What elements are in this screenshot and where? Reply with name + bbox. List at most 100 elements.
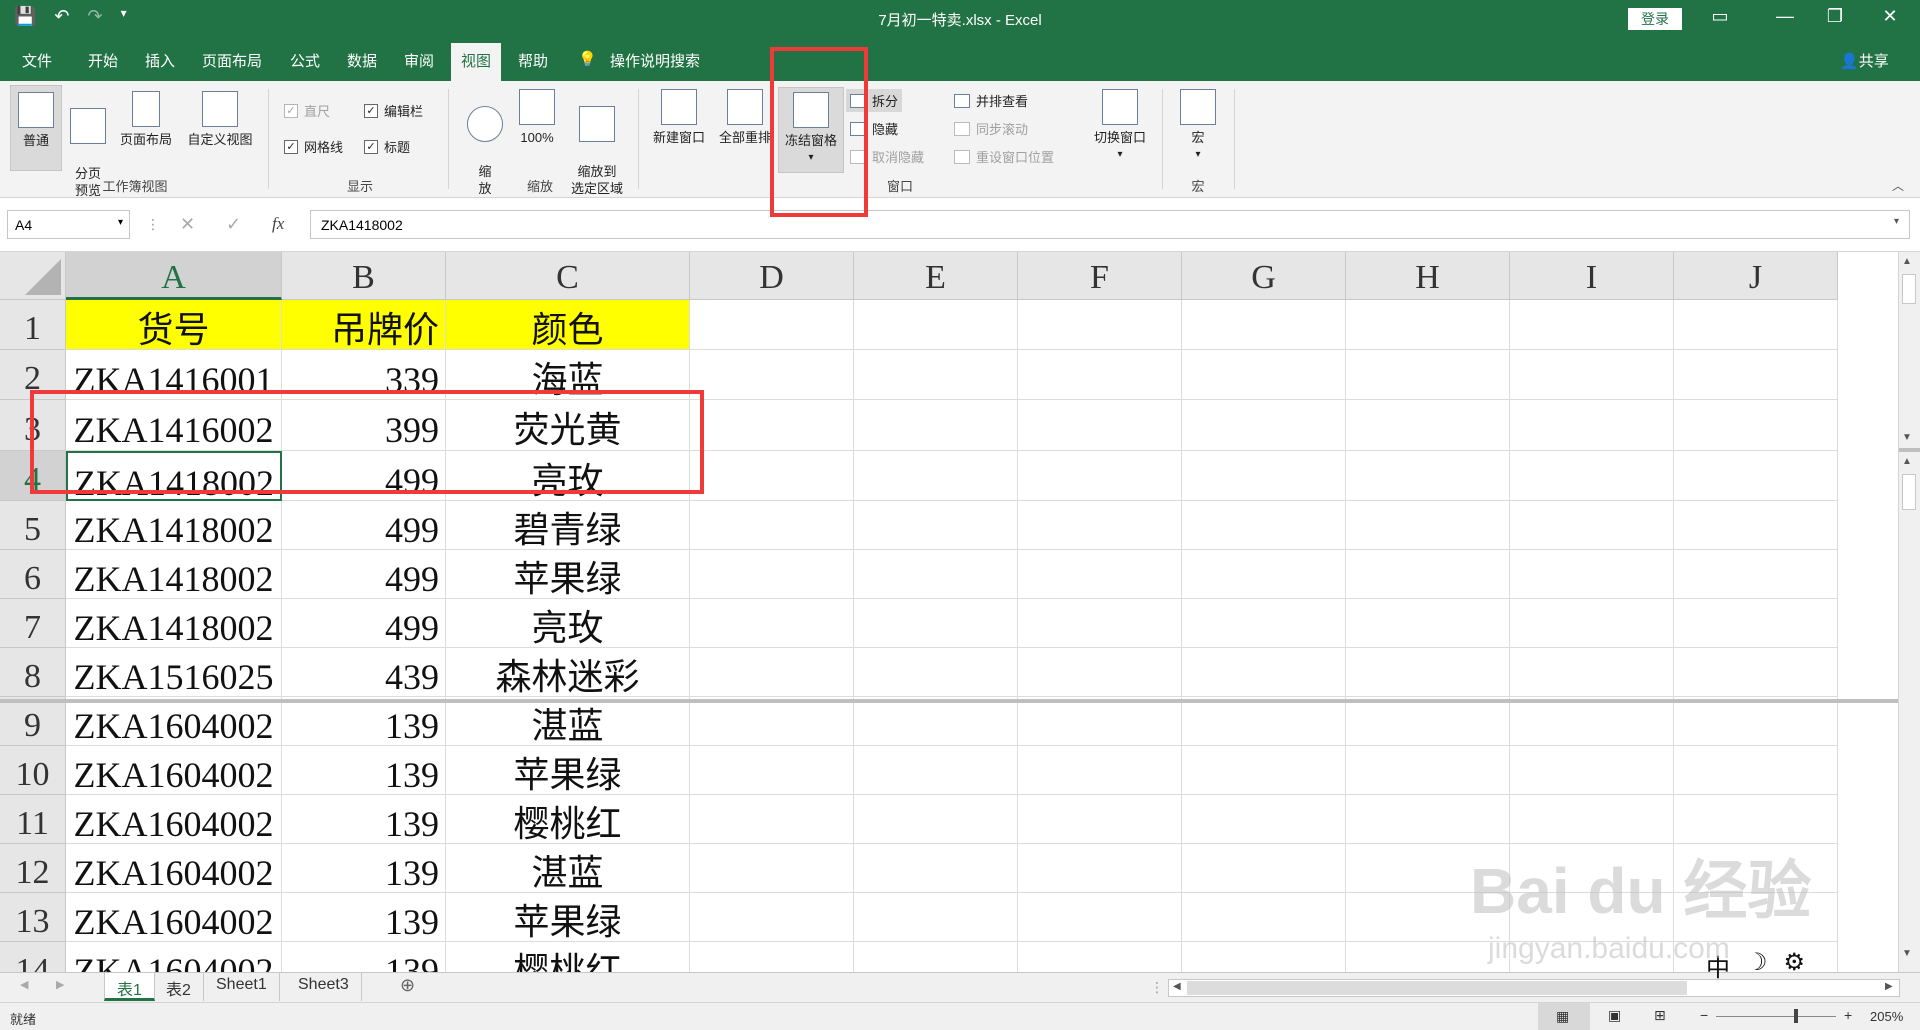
empty-cell[interactable]	[1182, 550, 1346, 599]
tab-view[interactable]: 视图	[451, 43, 502, 81]
tab-help[interactable]: 帮助	[518, 50, 548, 71]
cell-a[interactable]: ZKA1418002	[66, 550, 282, 599]
empty-cell[interactable]	[1182, 400, 1346, 451]
scroll-up-icon[interactable]: ▲	[1902, 256, 1912, 267]
empty-cell[interactable]	[1674, 746, 1838, 795]
ime-indicator[interactable]: 中 ☽ ⚙	[1706, 948, 1805, 983]
empty-cell[interactable]	[1674, 844, 1838, 893]
empty-cell[interactable]	[1182, 893, 1346, 942]
empty-cell[interactable]	[1674, 697, 1838, 746]
tab-insert[interactable]: 插入	[145, 50, 175, 71]
login-button[interactable]: 登录	[1628, 8, 1682, 30]
cell-a[interactable]: 货号	[66, 300, 282, 350]
empty-cell[interactable]	[1346, 942, 1510, 972]
empty-cell[interactable]	[854, 599, 1018, 648]
scroll-left-icon[interactable]: ◀	[1173, 981, 1181, 992]
empty-cell[interactable]	[1346, 501, 1510, 550]
cell-b[interactable]: 139	[282, 942, 446, 972]
empty-cell[interactable]	[854, 893, 1018, 942]
empty-cell[interactable]	[690, 550, 854, 599]
new-window-button[interactable]: 新建窗口	[646, 89, 712, 146]
empty-cell[interactable]	[1182, 844, 1346, 893]
empty-cell[interactable]	[854, 697, 1018, 746]
empty-cell[interactable]	[1510, 942, 1674, 972]
row-header[interactable]: 12	[0, 844, 66, 893]
empty-cell[interactable]	[1674, 599, 1838, 648]
spreadsheet-grid[interactable]: ABCDEFGHIJ 1 货号 吊牌价 颜色 2 ZKA1416001 339 海蓝 3 ZKA1…	[0, 252, 1898, 972]
cell-c[interactable]: 湛蓝	[446, 844, 690, 893]
empty-cell[interactable]	[1018, 795, 1182, 844]
empty-cell[interactable]	[1510, 300, 1674, 350]
empty-cell[interactable]	[1674, 550, 1838, 599]
cell-a[interactable]: ZKA1604002	[66, 844, 282, 893]
empty-cell[interactable]	[1510, 501, 1674, 550]
empty-cell[interactable]	[1346, 746, 1510, 795]
empty-cell[interactable]	[1510, 795, 1674, 844]
cell-a[interactable]: ZKA1604002	[66, 746, 282, 795]
normal-view-status-button[interactable]: ▦	[1538, 1003, 1590, 1030]
ruler-checkbox[interactable]: ✓ 直尺	[284, 101, 330, 120]
scroll-thumb-top[interactable]	[1902, 274, 1916, 304]
empty-cell[interactable]	[1018, 648, 1182, 697]
cell-a[interactable]: ZKA1604002	[66, 893, 282, 942]
ribbon-display-icon[interactable]: ▭	[1700, 6, 1740, 27]
cell-a[interactable]: ZKA1604002	[66, 697, 282, 746]
empty-cell[interactable]	[1346, 795, 1510, 844]
next-sheet-icon[interactable]: ▶	[56, 978, 64, 991]
empty-cell[interactable]	[854, 300, 1018, 350]
empty-cell[interactable]	[1182, 599, 1346, 648]
column-header-g[interactable]: G	[1182, 252, 1346, 300]
vertical-scrollbar[interactable]: ▲ ▼ ▲ ▼	[1898, 252, 1920, 972]
empty-cell[interactable]	[1182, 697, 1346, 746]
scroll-right-icon[interactable]: ▶	[1885, 981, 1893, 992]
row-header[interactable]: 11	[0, 795, 66, 844]
share-button[interactable]: 👤共享	[1840, 50, 1889, 71]
empty-cell[interactable]	[690, 697, 854, 746]
tab-review[interactable]: 审阅	[404, 50, 434, 71]
tab-page-layout[interactable]: 页面布局	[202, 50, 262, 71]
cell-c[interactable]: 湛蓝	[446, 697, 690, 746]
empty-cell[interactable]	[690, 648, 854, 697]
empty-cell[interactable]	[1018, 599, 1182, 648]
empty-cell[interactable]	[690, 844, 854, 893]
prev-sheet-icon[interactable]: ◀	[20, 978, 28, 991]
empty-cell[interactable]	[1018, 746, 1182, 795]
empty-cell[interactable]	[1346, 350, 1510, 400]
formula-input[interactable]: ZKA1418002	[310, 210, 1910, 239]
empty-cell[interactable]	[1018, 844, 1182, 893]
tab-data[interactable]: 数据	[347, 50, 377, 71]
row-header[interactable]: 7	[0, 599, 66, 648]
empty-cell[interactable]	[690, 942, 854, 972]
zoom-level[interactable]: 205%	[1870, 1009, 1903, 1024]
scroll-up-icon[interactable]: ▲	[1902, 456, 1912, 467]
row-header[interactable]: 6	[0, 550, 66, 599]
empty-cell[interactable]	[854, 400, 1018, 451]
macros-button[interactable]: 宏 ▾	[1176, 89, 1220, 163]
empty-cell[interactable]	[1018, 400, 1182, 451]
column-header-d[interactable]: D	[690, 252, 854, 300]
empty-cell[interactable]	[1674, 795, 1838, 844]
scroll-down-icon[interactable]: ▼	[1902, 432, 1912, 443]
cell-b[interactable]: 139	[282, 795, 446, 844]
empty-cell[interactable]	[854, 746, 1018, 795]
column-header-h[interactable]: H	[1346, 252, 1510, 300]
name-box[interactable]: A4 ▾	[7, 210, 130, 239]
empty-cell[interactable]	[1674, 648, 1838, 697]
insert-function-icon[interactable]: fx	[272, 214, 284, 234]
empty-cell[interactable]	[854, 648, 1018, 697]
cell-b[interactable]: 139	[282, 697, 446, 746]
column-header-e[interactable]: E	[854, 252, 1018, 300]
row-header[interactable]: 8	[0, 648, 66, 697]
column-header-f[interactable]: F	[1018, 252, 1182, 300]
cell-c[interactable]: 樱桃红	[446, 795, 690, 844]
empty-cell[interactable]	[690, 599, 854, 648]
view-side-by-side-button[interactable]: 并排查看	[954, 91, 1028, 110]
empty-cell[interactable]	[1674, 350, 1838, 400]
arrange-all-button[interactable]: 全部重排	[714, 89, 776, 146]
column-header-c[interactable]: C	[446, 252, 690, 300]
page-break-status-icon[interactable]: ⊞	[1654, 1007, 1666, 1024]
switch-windows-button[interactable]: 切换窗口 ▾	[1086, 89, 1154, 163]
zoom-100-button[interactable]: 100%	[512, 89, 562, 146]
empty-cell[interactable]	[1182, 648, 1346, 697]
cell-b[interactable]: 499	[282, 501, 446, 550]
